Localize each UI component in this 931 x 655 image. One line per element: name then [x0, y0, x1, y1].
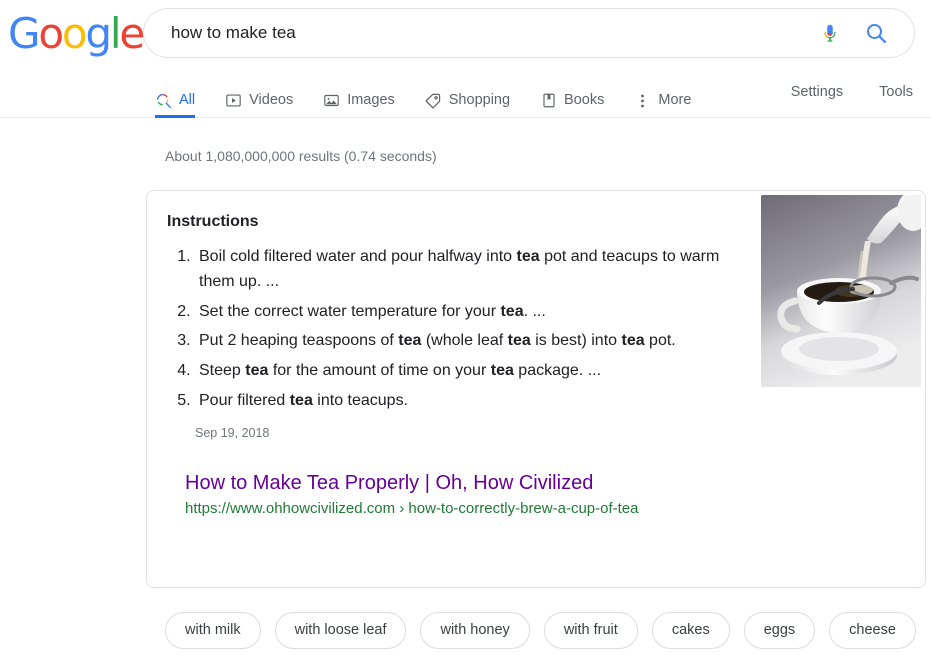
snippet-date: Sep 19, 2018 — [195, 425, 270, 440]
chip-with-loose-leaf[interactable]: with loose leaf — [274, 612, 407, 649]
search-bar-icons — [817, 20, 889, 46]
video-play-icon — [225, 92, 242, 109]
related-searches-chips: with milk with loose leaf with honey wit… — [165, 612, 916, 649]
list-item: Pour filtered tea into teacups. — [195, 389, 755, 414]
tab-books[interactable]: Books — [540, 72, 619, 117]
tab-videos-label: Videos — [249, 92, 294, 109]
tab-more[interactable]: More — [634, 72, 706, 117]
settings-link[interactable]: Settings — [791, 84, 843, 100]
google-logo[interactable]: Google — [8, 13, 145, 55]
logo-letter-g2: g — [85, 9, 112, 58]
chip-cakes[interactable]: cakes — [651, 612, 730, 649]
logo-letter-g1: G — [8, 9, 41, 58]
logo-letter-e: e — [119, 9, 145, 58]
microphone-icon[interactable] — [817, 20, 843, 46]
book-icon — [540, 92, 557, 109]
chip-with-milk[interactable]: with milk — [165, 612, 261, 649]
price-tag-icon — [425, 92, 442, 109]
tab-all-label: All — [179, 92, 196, 109]
more-vertical-icon — [634, 92, 651, 109]
result-title[interactable]: How to Make Tea Properly | Oh, How Civil… — [185, 470, 593, 496]
tab-more-label: More — [658, 92, 692, 109]
search-bar[interactable] — [143, 8, 915, 58]
tools-links: Settings Tools — [791, 84, 913, 100]
tools-link[interactable]: Tools — [879, 84, 913, 100]
logo-letter-o2: o — [61, 9, 88, 58]
logo-letter-l: l — [109, 9, 122, 58]
teacup-pour-thumbnail[interactable] — [761, 195, 921, 387]
chip-with-fruit[interactable]: with fruit — [543, 612, 638, 649]
featured-snippet-inner: Instructions Boil cold filtered water an… — [147, 191, 925, 587]
search-input[interactable] — [171, 23, 817, 43]
result-url[interactable]: https://www.ohhowcivilized.com › how-to-… — [185, 500, 905, 517]
tab-videos[interactable]: Videos — [225, 72, 308, 117]
search-colored-icon — [155, 92, 172, 109]
result-stats: About 1,080,000,000 results (0.74 second… — [165, 148, 437, 164]
result-link-block: How to Make Tea Properly | Oh, How Civil… — [185, 470, 905, 517]
logo-letter-o1: o — [38, 9, 64, 58]
list-item: Steep tea for the amount of time on your… — [195, 359, 755, 384]
chip-cheese[interactable]: cheese — [829, 612, 916, 649]
featured-snippet-card: Instructions Boil cold filtered water an… — [146, 190, 926, 588]
search-icon[interactable] — [863, 20, 889, 46]
tab-shopping-label: Shopping — [448, 92, 511, 109]
tab-all[interactable]: All — [155, 72, 210, 118]
list-item: Boil cold filtered water and pour halfwa… — [195, 245, 755, 295]
search-header: Google — [0, 0, 931, 72]
instructions-list: Boil cold filtered water and pour halfwa… — [167, 245, 755, 414]
list-item: Put 2 heaping teaspoons of tea (whole le… — [195, 329, 755, 354]
chip-eggs[interactable]: eggs — [743, 612, 816, 649]
list-item: Set the correct water temperature for yo… — [195, 300, 755, 325]
search-tabs-bar: All Videos Images Shopping Books More Se… — [0, 72, 931, 118]
chip-with-honey[interactable]: with honey — [420, 612, 530, 649]
tab-images[interactable]: Images — [323, 72, 410, 117]
tab-images-label: Images — [347, 92, 395, 109]
tab-books-label: Books — [564, 92, 605, 109]
image-icon — [323, 92, 340, 109]
tab-shopping[interactable]: Shopping — [425, 72, 525, 117]
